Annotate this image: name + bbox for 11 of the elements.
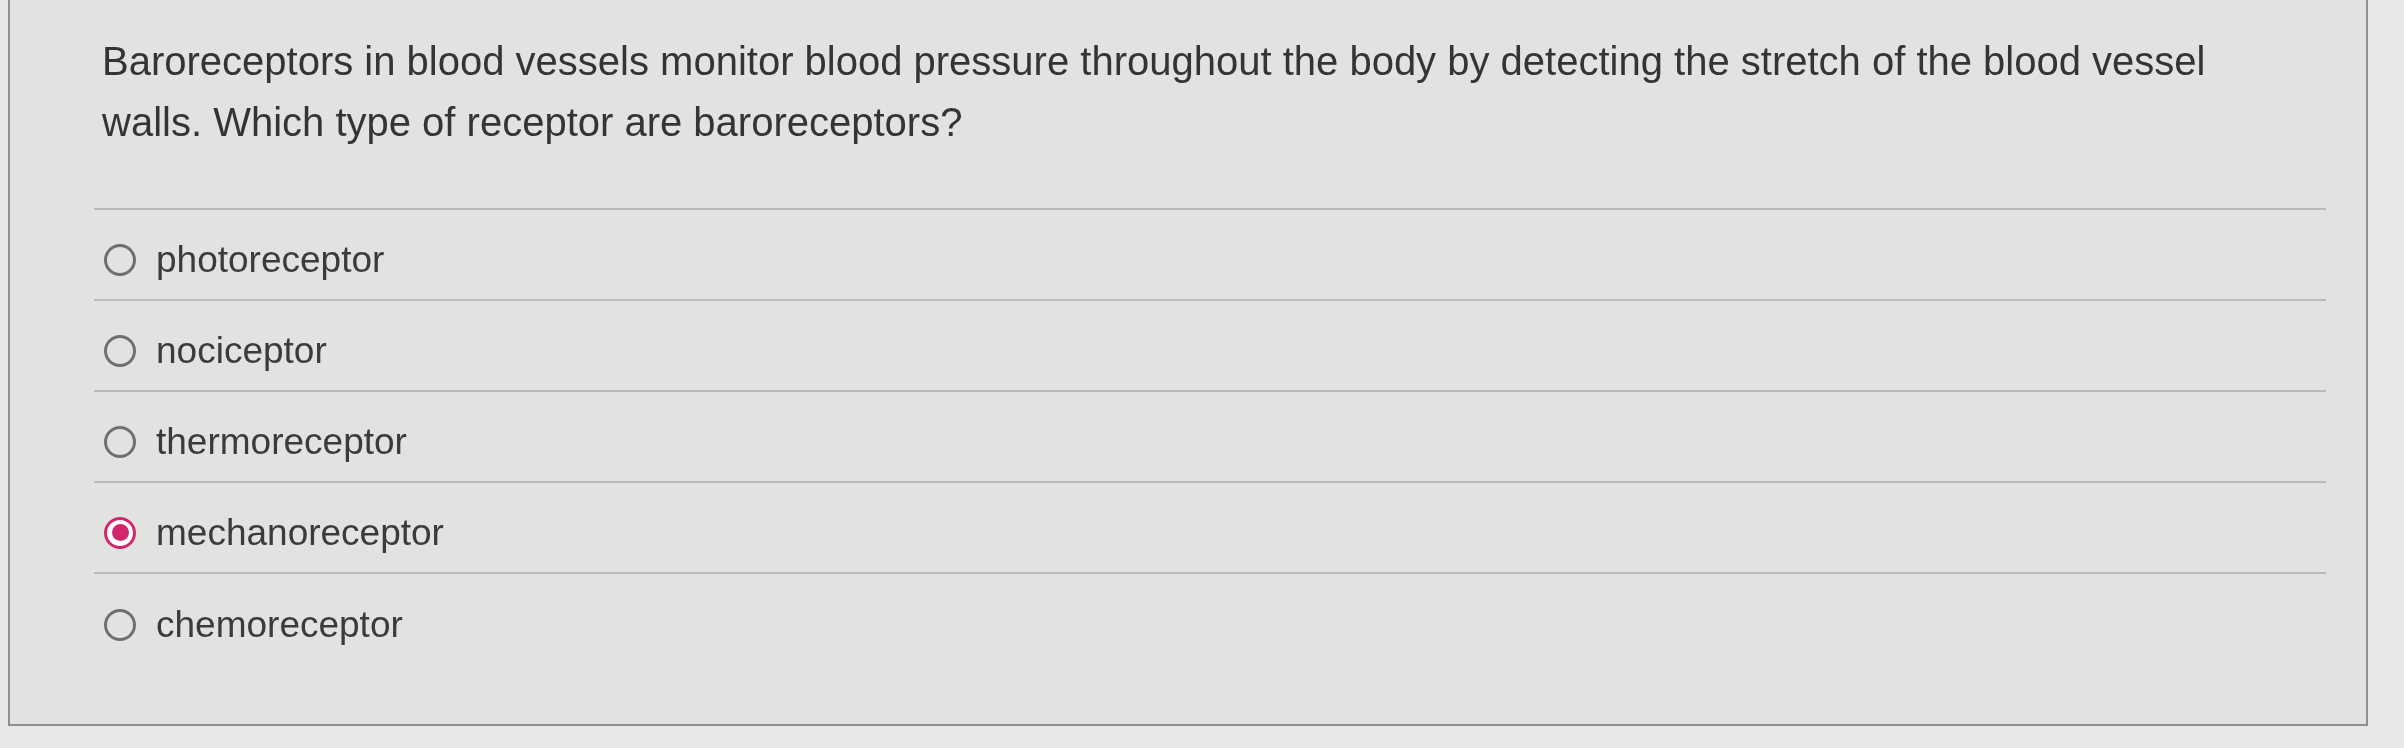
option-label[interactable]: photoreceptor <box>156 237 385 282</box>
radio-button[interactable] <box>104 425 136 458</box>
radio-button[interactable] <box>104 334 136 367</box>
radio-button[interactable] <box>104 516 136 549</box>
option-label[interactable]: chemoreceptor <box>156 602 403 647</box>
radio-button[interactable] <box>104 608 136 641</box>
question-text: Baroreceptors in blood vessels monitor blood pressure throughout the body by detecting the stretch of the blood vessel walls. Which type of receptor are baroreceptors? <box>101 38 2207 146</box>
option-label[interactable]: thermoreceptor <box>156 419 407 464</box>
option-label[interactable]: nociceptor <box>156 328 327 373</box>
radio-button[interactable] <box>104 243 136 276</box>
option-label[interactable]: mechanoreceptor <box>156 510 444 555</box>
